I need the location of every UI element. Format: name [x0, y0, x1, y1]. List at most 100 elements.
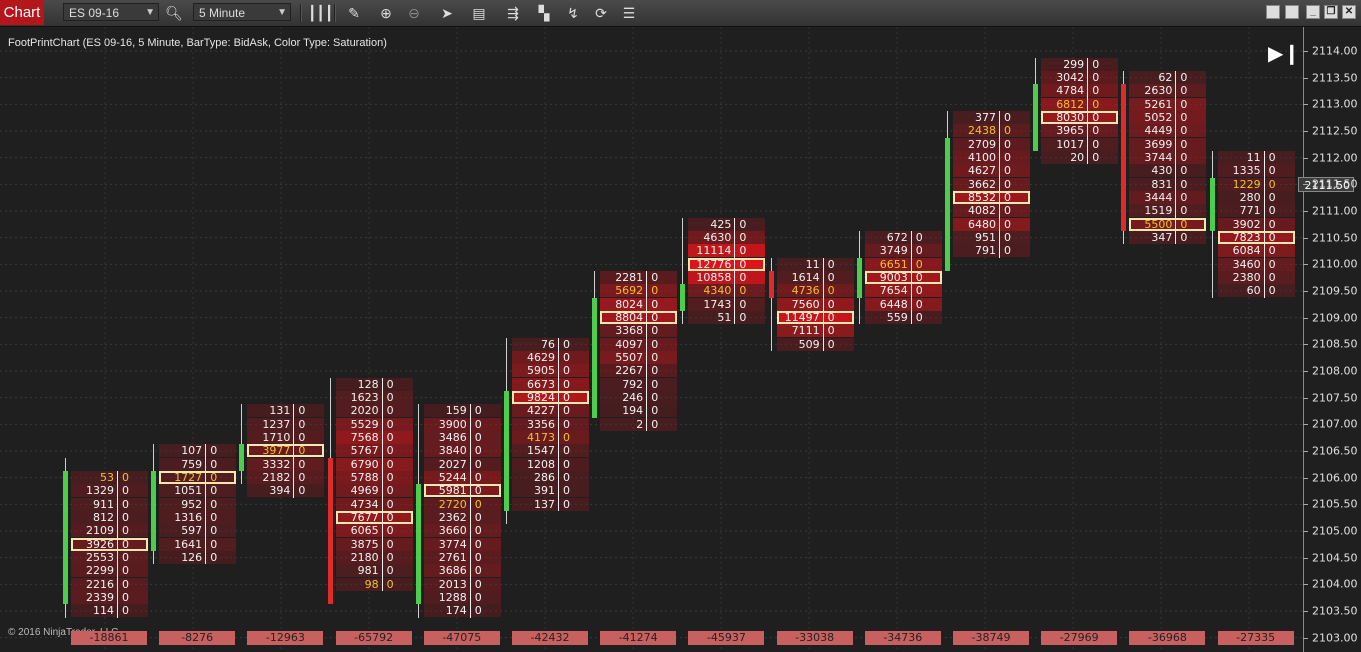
chart-tab[interactable]: Chart: [0, 0, 44, 25]
chart-title: FootPrintChart (ES 09-16, 5 Minute, BarT…: [8, 37, 387, 49]
scroll-to-end-icon[interactable]: ▶❙: [1268, 42, 1300, 66]
data-box-icon[interactable]: ▤: [469, 3, 489, 23]
strategy-icon[interactable]: ⇶: [503, 3, 523, 23]
ask-volume-cell: 0: [382, 537, 413, 551]
bar-delta-label: -42432: [512, 631, 588, 645]
price-tick-label: 2103.00: [1312, 631, 1358, 645]
properties-icon[interactable]: ▚: [534, 3, 554, 23]
bid-volume-cell: 128: [335, 377, 382, 391]
drawing-tools-icon[interactable]: ↯: [563, 3, 583, 23]
price-tick-mark: [1303, 210, 1308, 212]
bid-volume-cell: 2553: [71, 550, 117, 564]
ask-volume-cell: 0: [1176, 84, 1207, 98]
ask-volume-cell: 0: [206, 484, 237, 498]
ask-volume-cell: 0: [470, 497, 501, 511]
instrument-selector[interactable]: ES 09-16 ▼: [63, 3, 159, 21]
price-tick-mark: [1303, 397, 1308, 399]
ask-volume-cell: 0: [823, 324, 854, 338]
draw-pencil-icon[interactable]: ✎: [344, 3, 364, 23]
ask-volume-cell: 0: [118, 470, 148, 484]
interval-selector[interactable]: 5 Minute ▼: [193, 3, 291, 21]
point-of-control-box: [423, 484, 501, 498]
ask-volume-cell: 0: [294, 430, 325, 444]
price-tick-mark: [1303, 317, 1308, 319]
bid-volume-cell: 2709: [953, 137, 999, 151]
ask-volume-cell: 0: [382, 470, 413, 484]
zoom-out-icon[interactable]: ⊖: [404, 3, 424, 23]
bid-volume-cell: 4082: [953, 204, 999, 218]
bid-volume-cell: 1316: [159, 510, 206, 524]
price-tick-label: 2112.00: [1312, 151, 1358, 165]
close-icon[interactable]: ✕: [1342, 5, 1356, 19]
ask-volume-cell: 0: [1176, 150, 1207, 164]
ask-volume-cell: 0: [470, 457, 501, 471]
refresh-icon[interactable]: ⟳: [591, 3, 611, 23]
pointer-icon[interactable]: ➤: [437, 3, 457, 23]
bid-volume-cell: 6065: [335, 524, 382, 538]
ask-volume-cell: 0: [559, 444, 589, 458]
list-icon[interactable]: ☰: [619, 3, 639, 23]
bid-volume-cell: 2438: [953, 124, 999, 138]
bid-volume-cell: 1743: [688, 297, 735, 311]
bid-volume-cell: 391: [512, 484, 558, 498]
ask-volume-cell: 0: [470, 577, 501, 591]
bid-volume-cell: 2720: [423, 497, 470, 511]
bar-delta-label: -41274: [600, 631, 677, 645]
bid-volume-cell: 4173: [512, 430, 558, 444]
window-tile-icon[interactable]: [1266, 5, 1280, 19]
search-icon[interactable]: 🔍︎: [164, 3, 184, 23]
bid-volume-cell: 7654: [864, 284, 911, 298]
minimize-icon[interactable]: _: [1306, 5, 1320, 19]
ask-volume-cell: 0: [382, 497, 413, 511]
bid-volume-cell: 2180: [335, 550, 382, 564]
ask-volume-cell: 0: [382, 377, 413, 391]
bar-delta-label: -27969: [1041, 631, 1118, 645]
ask-volume-cell: 0: [647, 404, 678, 418]
ask-volume-cell: 0: [470, 444, 501, 458]
bid-volume-cell: 5905: [512, 364, 558, 378]
bid-volume-cell: 6673: [512, 377, 558, 391]
price-tick-label: 2109.50: [1312, 284, 1358, 298]
bid-volume-cell: 8024: [600, 297, 647, 311]
ask-volume-cell: 0: [470, 510, 501, 524]
price-tick-label: 2105.50: [1312, 497, 1358, 511]
ask-volume-cell: 0: [206, 497, 237, 511]
bid-volume-cell: 1710: [247, 430, 294, 444]
ask-volume-cell: 0: [911, 257, 942, 271]
ask-volume-cell: 0: [470, 564, 501, 578]
bar-delta-label: -47075: [423, 631, 500, 645]
bid-volume-cell: 6651: [864, 257, 911, 271]
ask-volume-cell: 0: [118, 510, 148, 524]
ask-volume-cell: 0: [1176, 137, 1207, 151]
ask-volume-cell: 0: [1088, 124, 1119, 138]
zoom-in-icon[interactable]: ⊕: [376, 3, 396, 23]
ask-volume-cell: 0: [382, 404, 413, 418]
ask-volume-cell: 0: [1088, 137, 1119, 151]
ask-volume-cell: 0: [1264, 177, 1295, 191]
ask-volume-cell: 0: [735, 284, 766, 298]
restore-icon[interactable]: ❐: [1324, 5, 1338, 19]
bid-volume-cell: 4627: [953, 164, 999, 178]
ask-volume-cell: 0: [1000, 204, 1030, 218]
bid-volume-cell: 2339: [71, 590, 117, 604]
ask-volume-cell: 0: [911, 297, 942, 311]
candle-body: [856, 257, 862, 298]
toolbar-divider: [300, 4, 302, 22]
bid-volume-cell: 1519: [1129, 204, 1176, 218]
bid-volume-cell: 2761: [423, 550, 470, 564]
ask-volume-cell: 0: [206, 550, 237, 564]
bar-style-icon[interactable]: ┃┃┃: [308, 3, 333, 23]
bid-volume-cell: 4340: [688, 284, 735, 298]
bid-volume-cell: 1641: [159, 537, 206, 551]
bid-volume-cell: 5788: [335, 470, 382, 484]
price-tick-label: 2108.50: [1312, 337, 1358, 351]
window-tile2-icon[interactable]: [1285, 5, 1299, 19]
ask-volume-cell: 0: [559, 350, 589, 364]
bid-volume-cell: 62: [1129, 70, 1176, 84]
bid-volume-cell: 5261: [1129, 97, 1176, 111]
chevron-down-icon: ▼: [145, 7, 155, 18]
point-of-control-box: [600, 310, 678, 324]
bid-volume-cell: 3840: [423, 444, 470, 458]
price-tick-label: 2104.50: [1312, 551, 1358, 565]
ask-volume-cell: 0: [470, 470, 501, 484]
